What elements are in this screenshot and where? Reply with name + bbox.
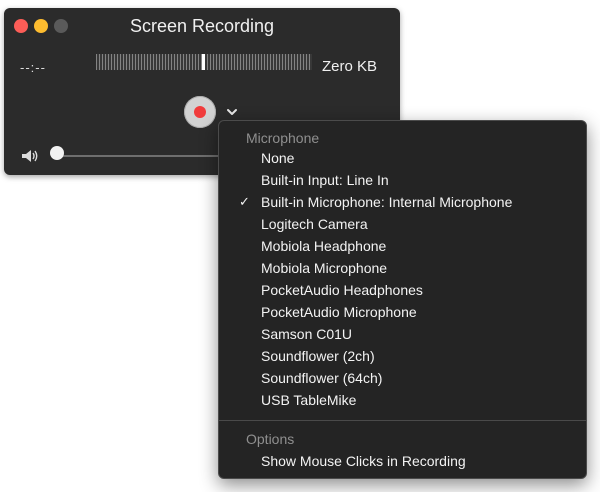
menu-item-label: Soundflower (2ch): [261, 348, 375, 364]
menu-item-soundflower-64ch[interactable]: Soundflower (64ch): [219, 368, 586, 390]
audio-level-marker: [202, 54, 205, 70]
menu-item-mobiola-headphone[interactable]: Mobiola Headphone: [219, 236, 586, 258]
menu-item-usb-tablemike[interactable]: USB TableMike: [219, 390, 586, 412]
menu-item-label: None: [261, 150, 295, 166]
checkmark-icon: ✓: [239, 194, 250, 209]
menu-item-pocketaudio-microphone[interactable]: PocketAudio Microphone: [219, 302, 586, 324]
menu-item-logitech-camera[interactable]: Logitech Camera: [219, 214, 586, 236]
menu-item-builtin-line-in[interactable]: Built-in Input: Line In: [219, 170, 586, 192]
menu-separator: [219, 420, 586, 421]
menu-item-label: Samson C01U: [261, 326, 353, 342]
menu-item-mobiola-microphone[interactable]: Mobiola Microphone: [219, 258, 586, 280]
menu-item-label: USB TableMike: [261, 392, 357, 408]
microphone-header: Microphone: [246, 130, 320, 146]
menu-item-pocketaudio-headphones[interactable]: PocketAudio Headphones: [219, 280, 586, 302]
title-bar: Screen Recording: [4, 8, 400, 42]
volume-slider-knob[interactable]: [50, 146, 64, 160]
chevron-down-icon[interactable]: [224, 104, 240, 120]
record-icon: [194, 106, 206, 118]
volume-slider-track[interactable]: [54, 155, 224, 157]
window-title: Screen Recording: [129, 16, 275, 36]
menu-item-label: Mobiola Microphone: [261, 260, 388, 276]
menu-item-label: Soundflower (64ch): [261, 370, 383, 386]
menu-item-label: PocketAudio Headphones: [261, 282, 423, 298]
menu-item-label: Logitech Camera: [261, 216, 368, 232]
menu-item-label: PocketAudio Microphone: [261, 304, 417, 320]
options-header: Options: [246, 431, 295, 447]
microphone-options-menu: Microphone None Built-in Input: Line In …: [218, 120, 587, 479]
menu-item-label: Built-in Input: Line In: [261, 172, 389, 188]
menu-item-builtin-microphone[interactable]: ✓ Built-in Microphone: Internal Micropho…: [219, 192, 586, 214]
menu-item-samson-c01u[interactable]: Samson C01U: [219, 324, 586, 346]
menu-item-label: Show Mouse Clicks in Recording: [261, 453, 466, 469]
file-size: Zero KB: [322, 58, 378, 75]
menu-item-soundflower-2ch[interactable]: Soundflower (2ch): [219, 346, 586, 368]
record-button[interactable]: [184, 96, 216, 128]
menu-item-none[interactable]: None: [219, 148, 586, 170]
speaker-icon: [22, 150, 38, 162]
menu-item-show-mouse-clicks[interactable]: Show Mouse Clicks in Recording: [219, 451, 586, 473]
elapsed-time: --:--: [20, 60, 46, 75]
menu-item-label: Built-in Microphone: Internal Microphone: [261, 194, 513, 210]
menu-item-label: Mobiola Headphone: [261, 238, 387, 254]
